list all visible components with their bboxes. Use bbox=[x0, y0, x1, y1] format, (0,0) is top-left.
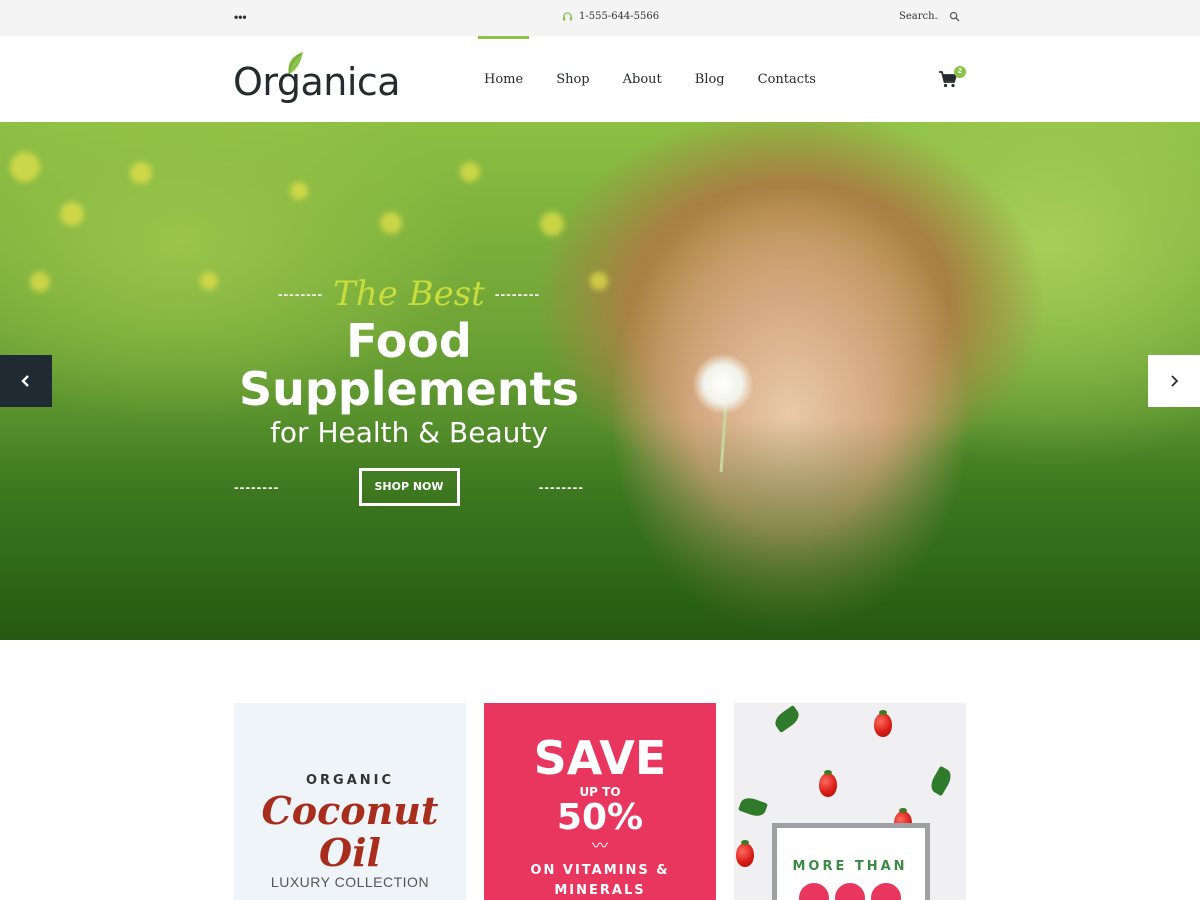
sale-line2: MINERALS bbox=[554, 883, 646, 898]
flower-blur bbox=[10, 152, 40, 182]
slider-prev-button[interactable] bbox=[0, 355, 52, 407]
headset-icon bbox=[562, 12, 573, 21]
cart-button[interactable]: 2 bbox=[938, 66, 968, 92]
spinach-leaf-image bbox=[738, 795, 768, 819]
promo-title-line2: Oil bbox=[319, 830, 381, 875]
hero-headline-line2: Supplements bbox=[239, 362, 579, 416]
phone-number: 1-555-644-5566 bbox=[579, 11, 660, 22]
nav-item-blog[interactable]: Blog bbox=[695, 36, 725, 122]
flower-blur bbox=[60, 202, 84, 226]
phone-contact[interactable]: 1-555-644-5566 bbox=[562, 11, 659, 22]
tagline-row: -------- The Best -------- bbox=[234, 272, 584, 316]
cta-row: -------- SHOP NOW -------- bbox=[234, 468, 584, 506]
mustache-icon: 〰 bbox=[591, 838, 608, 855]
flower-blur bbox=[290, 182, 308, 200]
dash-divider-right: -------- bbox=[538, 479, 584, 495]
top-bar: ••• 1-555-644-5566 bbox=[0, 0, 1200, 36]
flower-blur bbox=[200, 272, 218, 290]
dandelion-image bbox=[693, 354, 753, 414]
hero-caption: -------- The Best -------- Food Suppleme… bbox=[234, 272, 584, 506]
search-input[interactable] bbox=[899, 11, 939, 22]
hero-subline: for Health & Beauty bbox=[270, 416, 548, 449]
menu-dots-icon[interactable]: ••• bbox=[234, 10, 247, 24]
tomato-image bbox=[874, 710, 892, 737]
slider-next-button[interactable] bbox=[1148, 355, 1200, 407]
promo-card-products[interactable]: MORE THAN bbox=[734, 703, 966, 900]
nav-item-contacts[interactable]: Contacts bbox=[758, 36, 816, 122]
main-header: Organica Home Shop About Blog Contacts 2 bbox=[0, 36, 1200, 122]
flower-blur bbox=[30, 272, 50, 292]
grass-overlay bbox=[0, 420, 1200, 640]
flower-blur bbox=[130, 162, 152, 184]
promo-big-number-partial bbox=[794, 883, 906, 900]
nav-item-home[interactable]: Home bbox=[478, 36, 530, 122]
cart-count-badge: 2 bbox=[954, 66, 966, 78]
dash-divider-right: -------- bbox=[494, 286, 541, 302]
sale-title: SAVE bbox=[533, 731, 667, 785]
main-nav: Home Shop About Blog Contacts bbox=[478, 36, 849, 122]
flower-blur bbox=[380, 212, 402, 234]
flower-blur bbox=[460, 162, 480, 182]
promo-card-coconut-oil[interactable]: ORGANIC Coconut Oil LUXURY COLLECTION bbox=[234, 703, 466, 900]
chevron-left-icon bbox=[21, 375, 29, 387]
sale-percent: 50% bbox=[556, 797, 644, 838]
nav-item-shop[interactable]: Shop bbox=[556, 36, 589, 122]
promo-title-line1: Coconut bbox=[261, 788, 439, 833]
tomato-image bbox=[819, 770, 837, 797]
hero-headline-line1: Food bbox=[346, 314, 472, 368]
flower-blur bbox=[590, 272, 608, 290]
search-icon[interactable] bbox=[949, 11, 960, 22]
sale-line1: ON VITAMINS & bbox=[530, 863, 670, 878]
promo-label: ORGANIC bbox=[305, 773, 395, 788]
chevron-right-icon bbox=[1171, 375, 1179, 387]
dash-divider-left: -------- bbox=[234, 479, 280, 495]
site-logo[interactable]: Organica bbox=[233, 52, 403, 108]
promo-more-than: MORE THAN bbox=[792, 859, 908, 874]
dash-divider-left: -------- bbox=[277, 286, 324, 302]
spinach-leaf-image bbox=[927, 765, 955, 797]
promo-card-sale[interactable]: SAVE UP TO 50% 〰 ON VITAMINS & MINERALS bbox=[484, 703, 716, 900]
hero-slider: -------- The Best -------- Food Suppleme… bbox=[0, 122, 1200, 640]
shop-now-button[interactable]: SHOP NOW bbox=[358, 468, 460, 506]
promo-subtitle: LUXURY COLLECTION bbox=[270, 874, 430, 890]
logo-text: Organica bbox=[233, 60, 401, 104]
flower-blur bbox=[540, 212, 564, 236]
hero-tagline: The Best bbox=[333, 274, 485, 314]
promo-banners: ORGANIC Coconut Oil LUXURY COLLECTION SA… bbox=[234, 703, 966, 900]
spinach-leaf-image bbox=[771, 704, 803, 734]
nav-item-about[interactable]: About bbox=[623, 36, 662, 122]
search-bar bbox=[899, 11, 960, 22]
